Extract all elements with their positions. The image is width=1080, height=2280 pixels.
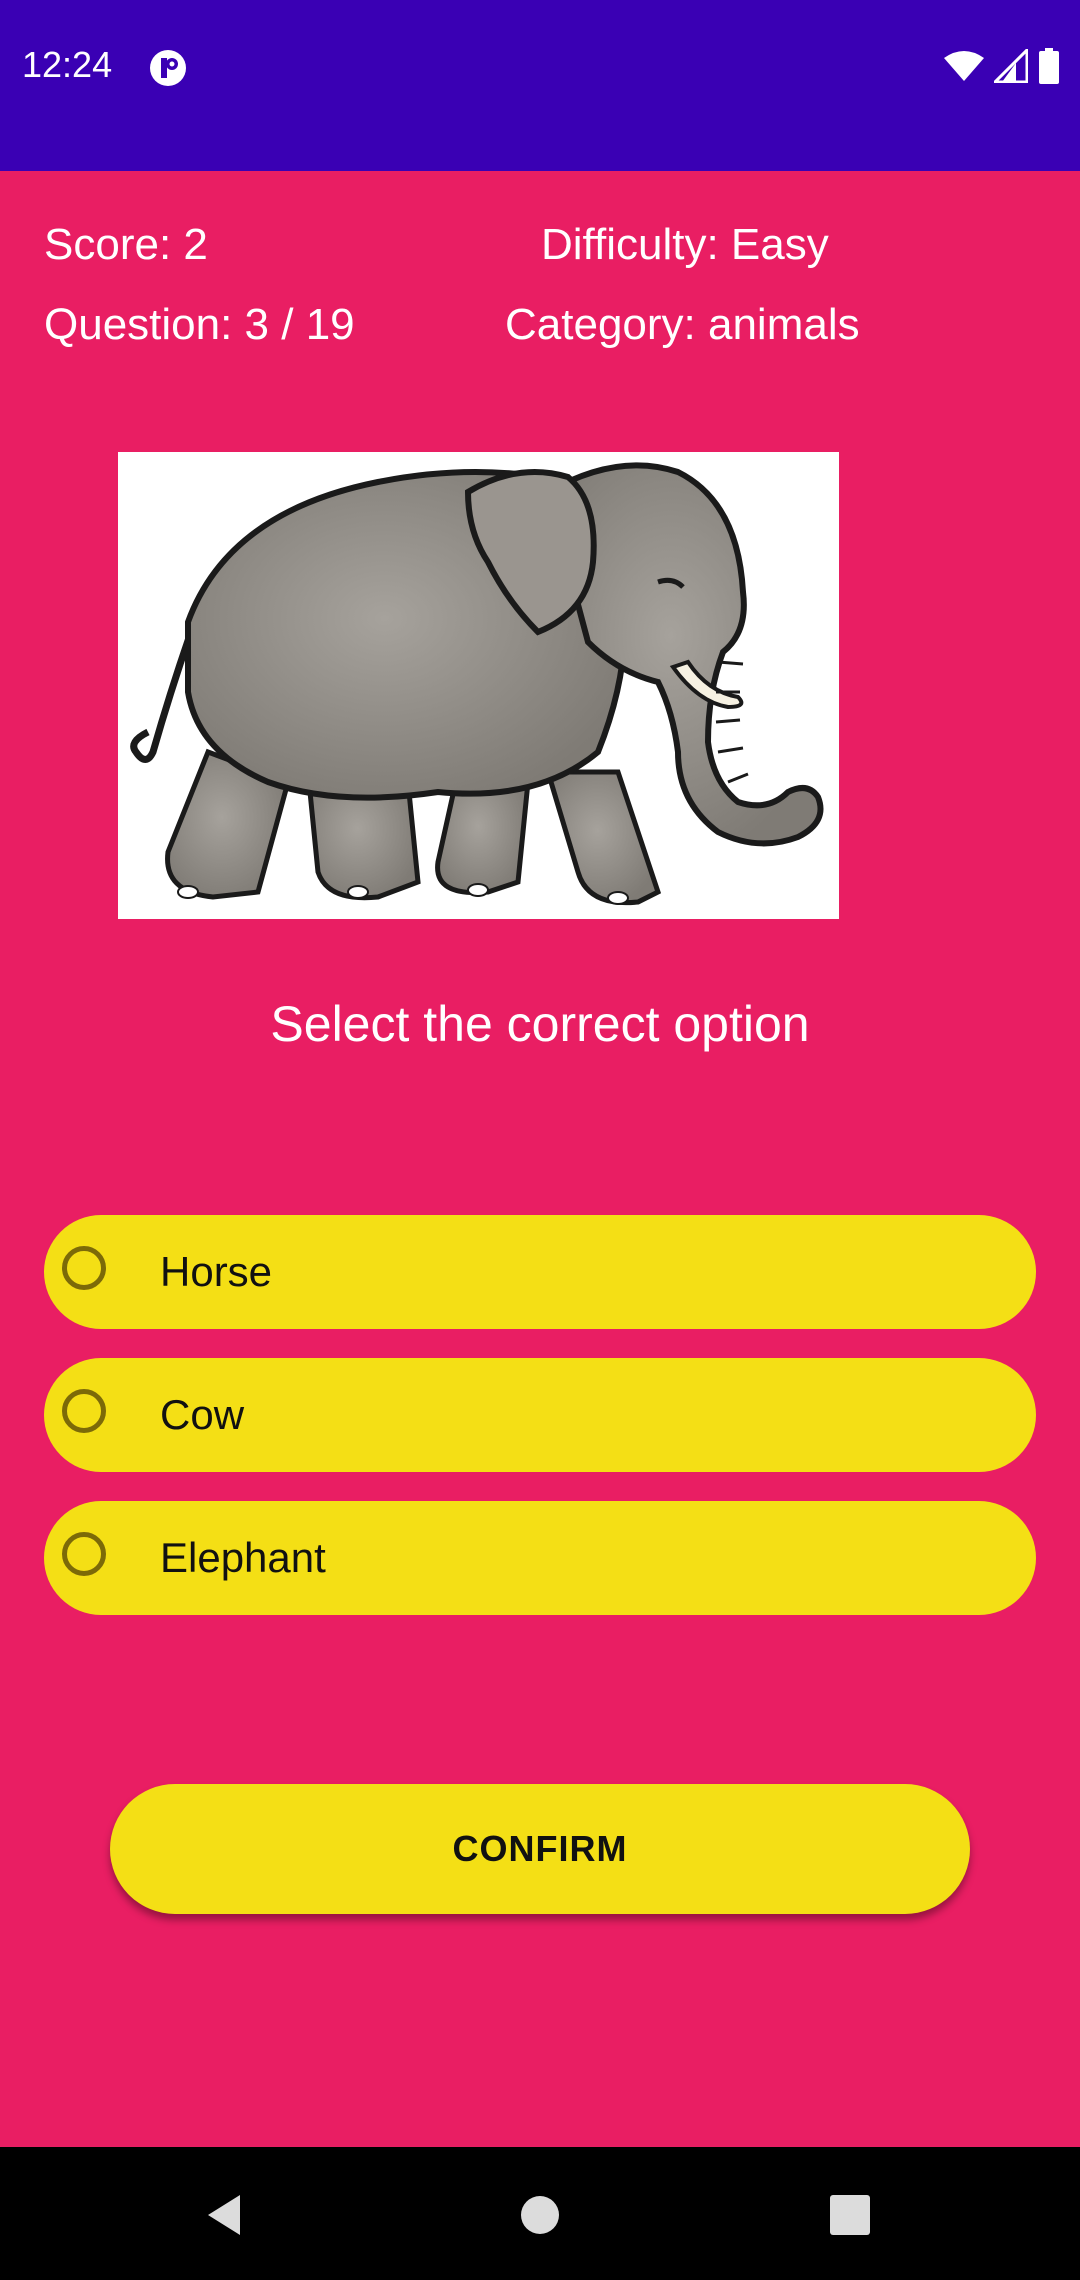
wifi-icon: [944, 50, 984, 87]
quiz-screen: 12:24 Score: 2 Difficulty: Easy Question…: [0, 0, 1080, 2280]
cell-signal-icon: [991, 45, 1029, 88]
question-image: [118, 452, 839, 919]
option-label: Cow: [160, 1391, 245, 1438]
category-label: Category: animals: [505, 300, 860, 349]
option-label: Horse: [160, 1248, 273, 1295]
score-label: Score: 2: [44, 220, 208, 269]
option-cow[interactable]: Cow: [44, 1358, 1036, 1472]
elephant-illustration: [130, 462, 824, 906]
option-label: Elephant: [160, 1534, 326, 1581]
question-prompt: Select the correct option: [270, 996, 810, 1052]
confirm-button[interactable]: CONFIRM: [110, 1784, 970, 1914]
radio-button[interactable]: [62, 1389, 106, 1433]
status-icons: [944, 45, 1060, 89]
option-elephant[interactable]: Elephant: [44, 1501, 1036, 1615]
question-counter: Question: 3 / 19: [44, 300, 355, 349]
difficulty-label: Difficulty: Easy: [541, 220, 829, 269]
option-horse[interactable]: Horse: [44, 1215, 1036, 1329]
recents-icon[interactable]: [820, 2185, 880, 2245]
status-bar: 12:24: [0, 0, 1080, 171]
battery-icon: [1038, 47, 1060, 89]
navigation-bar: [0, 2147, 1080, 2280]
app-notification-icon: [149, 49, 187, 87]
home-icon[interactable]: [510, 2185, 570, 2245]
status-time: 12:24: [22, 44, 113, 85]
radio-button[interactable]: [62, 1246, 106, 1290]
radio-button[interactable]: [62, 1532, 106, 1576]
back-icon[interactable]: [196, 2185, 256, 2245]
